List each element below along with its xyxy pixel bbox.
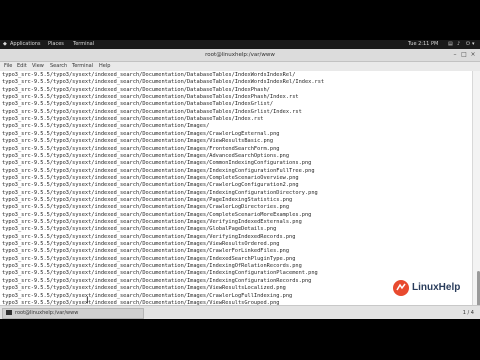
terminal-line: typo3_src-9.5.5/typo3/sysext/indexed_sea… bbox=[2, 94, 299, 101]
clock[interactable]: Tue 2:11 PM bbox=[408, 40, 438, 49]
window-title-bar[interactable]: root@linuxhelp:/var/www – □ × bbox=[0, 49, 480, 62]
linuxhelp-logo-icon bbox=[393, 280, 409, 296]
terminal-line: typo3_src-9.5.5/typo3/sysext/indexed_sea… bbox=[2, 219, 302, 225]
terminal-line: typo3_src-9.5.5/typo3/sysext/indexed_sea… bbox=[2, 248, 290, 255]
taskbar-task-label: root@linuxhelp:/var/www bbox=[15, 310, 79, 316]
close-button[interactable]: × bbox=[469, 51, 477, 59]
menu-edit[interactable]: Edit bbox=[17, 62, 27, 71]
menu-file[interactable]: File bbox=[4, 62, 12, 71]
menu-view[interactable]: View bbox=[32, 62, 44, 71]
maximize-button[interactable]: □ bbox=[460, 51, 468, 59]
desktop-screen: ◆ Applications Places Terminal Tue 2:11 … bbox=[0, 40, 480, 319]
terminal-line: typo3_src-9.5.5/typo3/sysext/indexed_sea… bbox=[2, 160, 312, 167]
linuxhelp-logo: LinuxHelp bbox=[392, 279, 468, 297]
gnome-top-bar: ◆ Applications Places Terminal Tue 2:11 … bbox=[0, 40, 480, 49]
logo-text: LinuxHelp bbox=[412, 282, 461, 293]
terminal-line: typo3_src-9.5.5/typo3/sysext/indexed_sea… bbox=[2, 233, 296, 240]
terminal-line: typo3_src-9.5.5/typo3/sysext/indexed_sea… bbox=[2, 189, 318, 196]
workspace-pager[interactable]: 1 / 4 bbox=[463, 308, 474, 318]
terminal-line: typo3_src-9.5.5/typo3/sysext/indexed_sea… bbox=[2, 263, 302, 270]
applications-menu[interactable]: Applications bbox=[10, 40, 41, 49]
terminal-line: typo3_src-9.5.5/typo3/sysext/indexed_sea… bbox=[2, 116, 264, 123]
terminal-app-menu[interactable]: Terminal bbox=[73, 40, 94, 49]
terminal-line: typo3_src-9.5.5/typo3/sysext/indexed_sea… bbox=[2, 123, 210, 130]
terminal-line: typo3_src-9.5.5/typo3/sysext/indexed_sea… bbox=[2, 101, 274, 108]
terminal-line: typo3_src-9.5.5/typo3/sysext/indexed_sea… bbox=[2, 211, 312, 218]
menu-help[interactable]: Help bbox=[99, 62, 110, 71]
power-icon[interactable]: ⏻ bbox=[466, 40, 470, 49]
terminal-line: typo3_src-9.5.5/typo3/sysext/indexed_sea… bbox=[2, 152, 290, 159]
terminal-line: typo3_src-9.5.5/typo3/sysext/indexed_sea… bbox=[2, 277, 312, 284]
terminal-line: typo3_src-9.5.5/typo3/sysext/indexed_sea… bbox=[2, 72, 296, 78]
network-icon[interactable]: ▤ bbox=[448, 40, 453, 49]
terminal-icon bbox=[6, 310, 12, 315]
terminal-line: typo3_src-9.5.5/typo3/sysext/indexed_sea… bbox=[2, 270, 318, 277]
terminal-line: typo3_src-9.5.5/typo3/sysext/indexed_sea… bbox=[2, 285, 286, 292]
menu-terminal[interactable]: Terminal bbox=[72, 62, 93, 71]
terminal-scrollbar[interactable] bbox=[472, 71, 480, 312]
terminal-line: typo3_src-9.5.5/typo3/sysext/indexed_sea… bbox=[2, 241, 280, 248]
menu-search[interactable]: Search bbox=[50, 62, 67, 71]
terminal-line: typo3_src-9.5.5/typo3/sysext/indexed_sea… bbox=[2, 167, 315, 174]
chevron-down-icon[interactable]: ▾ bbox=[472, 40, 475, 49]
terminal-line: typo3_src-9.5.5/typo3/sysext/indexed_sea… bbox=[2, 292, 293, 299]
applications-icon: ◆ bbox=[3, 41, 7, 47]
terminal-line: typo3_src-9.5.5/typo3/sysext/indexed_sea… bbox=[2, 138, 274, 145]
terminal-line: typo3_src-9.5.5/typo3/sysext/indexed_sea… bbox=[2, 86, 270, 93]
terminal-line: typo3_src-9.5.5/typo3/sysext/indexed_sea… bbox=[2, 174, 299, 181]
terminal-line: typo3_src-9.5.5/typo3/sysext/indexed_sea… bbox=[2, 79, 325, 86]
volume-icon[interactable]: ♪ bbox=[457, 40, 460, 49]
minimize-button[interactable]: – bbox=[451, 51, 459, 59]
terminal-line: typo3_src-9.5.5/typo3/sysext/indexed_sea… bbox=[2, 108, 302, 115]
window-title: root@linuxhelp:/var/www bbox=[205, 52, 275, 58]
terminal-line: typo3_src-9.5.5/typo3/sysext/indexed_sea… bbox=[2, 130, 280, 137]
terminal-line: typo3_src-9.5.5/typo3/sysext/indexed_sea… bbox=[2, 255, 296, 262]
terminal-line: typo3_src-9.5.5/typo3/sysext/indexed_sea… bbox=[2, 226, 277, 233]
terminal-line: typo3_src-9.5.5/typo3/sysext/indexed_sea… bbox=[2, 196, 293, 203]
terminal-line: typo3_src-9.5.5/typo3/sysext/indexed_sea… bbox=[2, 182, 299, 189]
taskbar-terminal-window[interactable]: root@linuxhelp:/var/www bbox=[2, 308, 144, 319]
bottom-taskbar: root@linuxhelp:/var/www 1 / 4 bbox=[0, 305, 480, 319]
menu-bar: File Edit View Search Terminal Help bbox=[0, 62, 480, 71]
terminal-line: typo3_src-9.5.5/typo3/sysext/indexed_sea… bbox=[2, 204, 290, 211]
terminal-line: typo3_src-9.5.5/typo3/sysext/indexed_sea… bbox=[2, 145, 280, 152]
places-menu[interactable]: Places bbox=[48, 40, 64, 49]
terminal-output[interactable]: typo3_src-9.5.5/typo3/sysext/indexed_sea… bbox=[0, 71, 472, 312]
